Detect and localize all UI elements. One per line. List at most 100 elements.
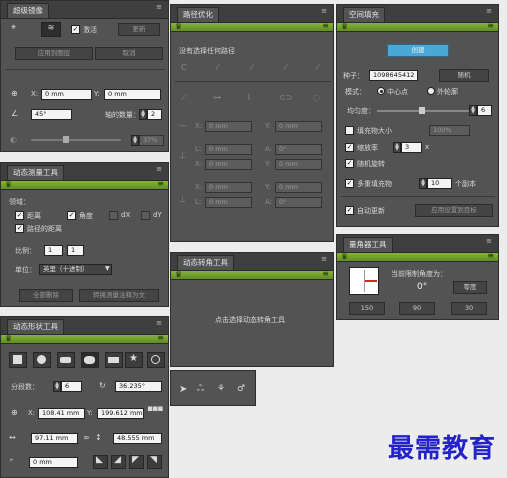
y-input[interactable]: 199.612 mm [97, 408, 144, 419]
scale-stepper[interactable]: ▲ ▼ [393, 142, 401, 153]
dy-checkbox[interactable] [141, 211, 150, 220]
panel-menu-icon[interactable]: ≡ [321, 255, 328, 263]
hexagon-shape-button[interactable] [81, 352, 99, 368]
x-input[interactable]: 108.41 mm [38, 408, 85, 419]
menu-icon[interactable]: ≡ [487, 251, 494, 260]
link-icon[interactable]: ∞ [83, 433, 90, 442]
unit-select[interactable]: 英里（十进制） [39, 264, 112, 275]
l2-input[interactable]: 0 mm [205, 197, 252, 208]
opacity-slider-track[interactable] [31, 139, 121, 141]
y2-input[interactable]: 0 mm [275, 159, 322, 170]
bezier-icon[interactable]: ⌇ [247, 93, 251, 102]
activate-checkbox[interactable]: ✓ [71, 25, 80, 34]
shape-tab[interactable]: 动态形状工具 [7, 319, 64, 334]
x-input[interactable]: 0 mm [205, 121, 252, 132]
measure-tab[interactable]: 动态测量工具 [7, 165, 64, 180]
width-input[interactable]: 97.11 mm [31, 433, 78, 444]
mode-center-radio[interactable] [377, 87, 385, 95]
menu-icon[interactable]: ≡ [322, 21, 329, 30]
join-icon[interactable]: ⊶ [213, 93, 221, 102]
mode-outside-radio[interactable] [427, 87, 435, 95]
panel-menu-icon[interactable]: ≡ [156, 3, 163, 11]
shape-builder-icon[interactable]: ஃ [197, 385, 204, 394]
tangent-icon[interactable]: ⁄ [285, 63, 286, 72]
curve-icon[interactable]: ⁄ [317, 63, 318, 72]
corner-style-button-2[interactable]: ◢ [111, 455, 126, 469]
angle-checkbox[interactable]: ✓ [67, 211, 76, 220]
link-nodes-icon[interactable]: ♂ [237, 385, 245, 394]
apply-to-target-button[interactable]: 应用设置到目标 [415, 204, 493, 217]
x2-input[interactable]: 0 mm [205, 159, 252, 170]
chevron-down-icon[interactable]: ▼ [105, 264, 110, 273]
reference-point-grid-icon[interactable]: ▪▪▪ [147, 405, 163, 414]
axis-count-input[interactable]: 2 [147, 109, 162, 120]
segments-input[interactable]: 6 [61, 381, 82, 392]
mirror-tab[interactable]: 超级镜像 [7, 3, 49, 18]
y2b-input[interactable]: 0 mm [275, 182, 322, 193]
scale-b-input[interactable]: 1 [67, 245, 84, 256]
ring-shape-button[interactable] [147, 352, 165, 368]
random-rotate-checkbox[interactable]: ✓ [345, 159, 354, 168]
corner-style-button-4[interactable]: ◥ [147, 455, 162, 469]
menu-icon[interactable]: ≡ [487, 21, 494, 30]
multi-fill-checkbox[interactable]: ✓ [345, 179, 354, 188]
scale-checkbox[interactable]: ✓ [345, 143, 354, 152]
smooth-icon[interactable]: ⁄ [217, 63, 218, 72]
path-distance-checkbox[interactable]: ✓ [15, 224, 24, 233]
create-button[interactable]: 创建 [387, 44, 449, 57]
update-button[interactable]: 更新 [118, 23, 160, 36]
uniformity-slider-thumb[interactable] [419, 107, 425, 114]
panel-menu-icon[interactable]: ≡ [486, 7, 493, 15]
panel-menu-icon[interactable]: ≡ [486, 237, 493, 245]
panel-menu-icon[interactable]: ≡ [156, 319, 163, 327]
scale-input[interactable]: 3 [401, 142, 422, 153]
angle-30-button[interactable]: 30 [451, 302, 487, 315]
panel-menu-icon[interactable]: ≡ [321, 7, 328, 15]
fill-size-checkbox[interactable] [345, 126, 354, 135]
corner-tab[interactable]: 动态转角工具 [177, 255, 234, 270]
reset-angle-button[interactable]: 零度 [453, 281, 487, 294]
a2-input[interactable]: 0° [275, 197, 322, 208]
cancel-button[interactable]: 取消 [95, 47, 163, 60]
x2b-input[interactable]: 0 mm [205, 182, 252, 193]
path-tab[interactable]: 路径优化 [177, 7, 219, 22]
panel-menu-icon[interactable]: ≡ [156, 165, 163, 173]
delete-all-button[interactable]: 全部删除 [19, 289, 73, 302]
angle-150-button[interactable]: 150 [349, 302, 385, 315]
menu-icon[interactable]: ≡ [157, 333, 164, 342]
y-input[interactable]: 0 mm [275, 121, 322, 132]
opacity-slider-thumb[interactable] [63, 136, 69, 143]
star-shape-button[interactable]: ★ [125, 352, 143, 368]
l1-input[interactable]: 0 mm [205, 144, 252, 155]
distance-checkbox[interactable]: ✓ [15, 211, 24, 220]
dx-checkbox[interactable] [109, 211, 118, 220]
menu-icon[interactable]: ≡ [322, 269, 329, 278]
a1-input[interactable]: 0° [275, 144, 322, 155]
layers-icon[interactable]: ≋ [41, 22, 61, 37]
x-input[interactable]: 0 mm [41, 89, 92, 100]
uniformity-input[interactable]: 6 [477, 105, 492, 116]
select-arrow-icon[interactable]: ➤ [179, 385, 187, 395]
angle-90-button[interactable]: 90 [399, 302, 435, 315]
protractor-tab[interactable]: 量角器工具 [343, 237, 393, 252]
axis-count-stepper[interactable]: ▲ ▼ [139, 109, 147, 120]
segments-stepper[interactable]: ▲ ▼ [53, 381, 61, 392]
bridge-icon[interactable]: ⊂⊃ [279, 93, 292, 102]
percent-stepper[interactable]: ▲ ▼ [131, 135, 139, 146]
corner-radius-input[interactable]: 0 mm [29, 457, 78, 468]
fill-tab[interactable]: 空间填充 [343, 7, 385, 22]
corner-style-button-1[interactable]: ◣ [93, 455, 108, 469]
scale-a-input[interactable]: 1 [44, 245, 63, 256]
corner-style-button-3[interactable]: ◤ [129, 455, 144, 469]
convert-annotations-button[interactable]: 转换测量注释为文 [79, 289, 159, 302]
copies-stepper[interactable]: ▲ ▼ [419, 178, 427, 189]
y-input[interactable]: 0 mm [104, 89, 161, 100]
flat-shape-button[interactable] [105, 352, 123, 368]
circle-path-icon[interactable]: ◌ [313, 93, 320, 102]
fill-size-input[interactable]: 100% [429, 125, 470, 136]
rotation-input[interactable]: 36.235° [115, 381, 162, 392]
uniformity-stepper[interactable]: ▲ ▼ [469, 105, 477, 116]
seed-input[interactable]: 1098645412 [369, 70, 418, 81]
transform-points-icon[interactable]: ⌖ [11, 24, 16, 33]
percent-input[interactable]: 37% [139, 135, 164, 146]
